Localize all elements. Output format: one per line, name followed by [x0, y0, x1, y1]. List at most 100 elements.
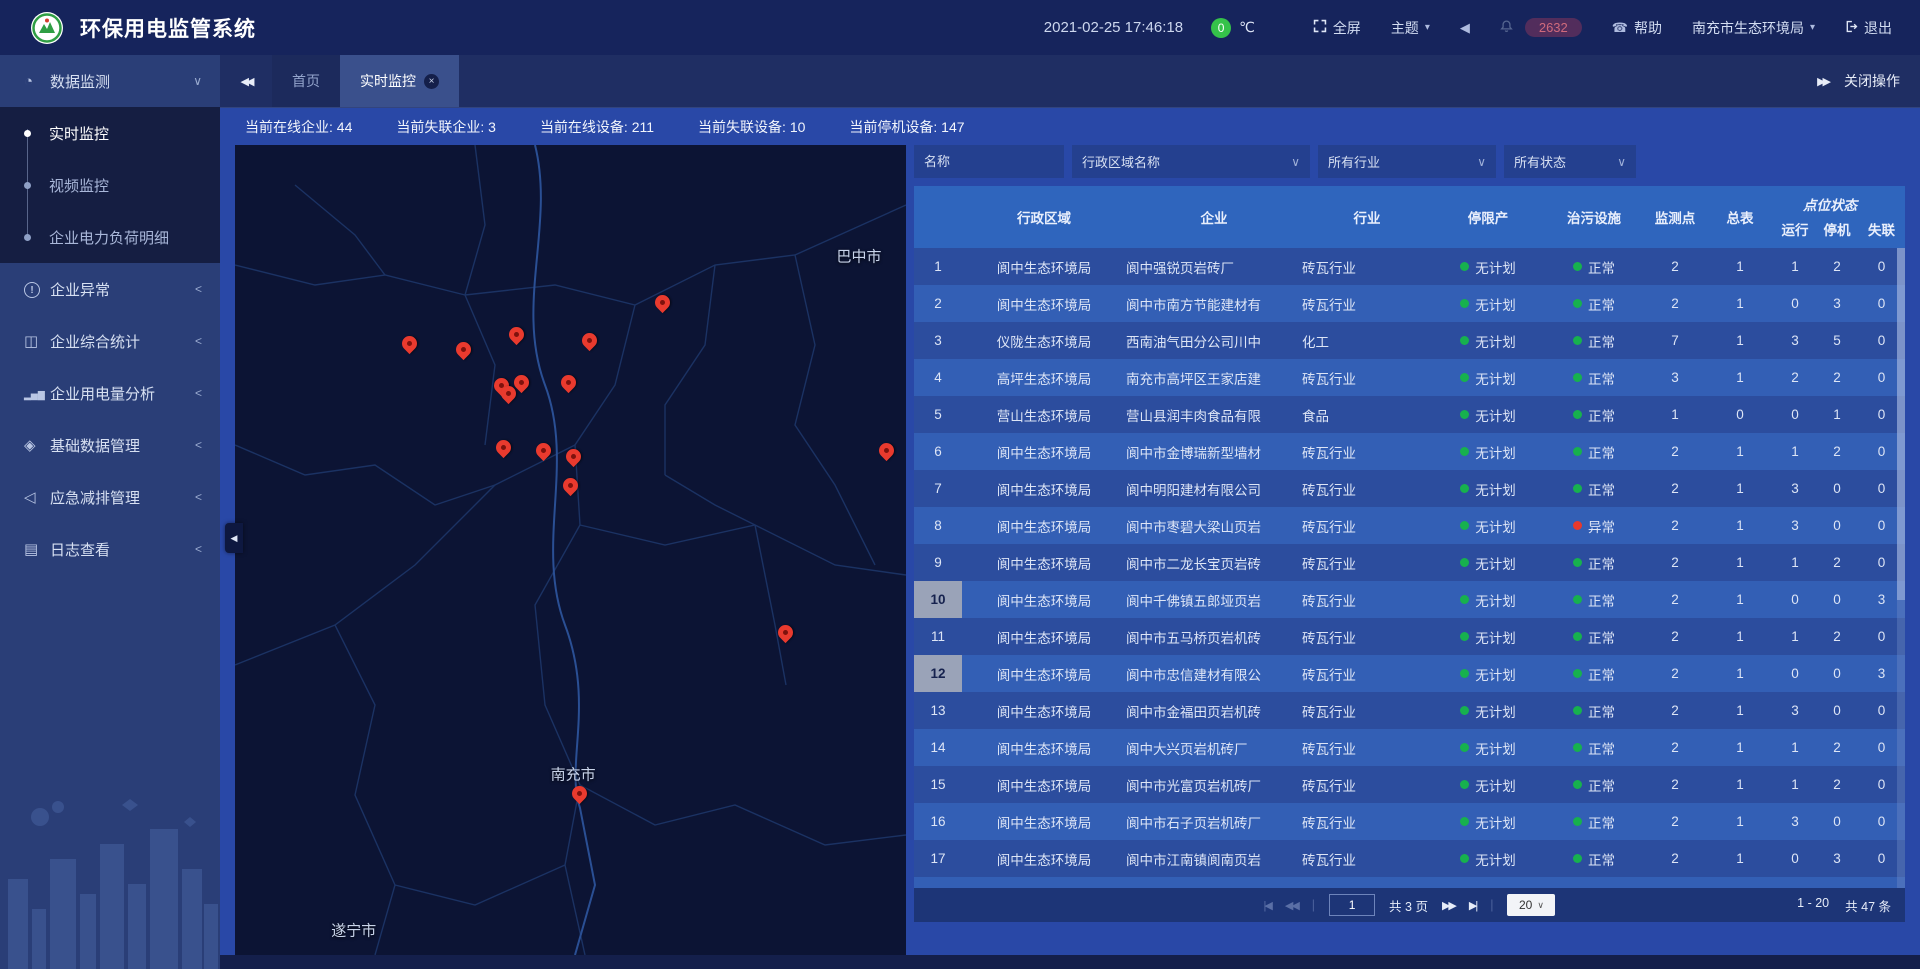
- chevron-down-icon: ▾: [1810, 22, 1815, 33]
- status-filter-select[interactable]: 所有状态 ∨: [1504, 145, 1636, 178]
- tab-realtime-monitoring[interactable]: 实时监控 ×: [340, 55, 459, 107]
- table-row[interactable]: 15阆中生态环境局阆中市光富页岩机砖厂砖瓦行业无计划正常21120: [914, 766, 1905, 803]
- notifications-button[interactable]: 2632: [1500, 18, 1582, 37]
- organization-dropdown[interactable]: 南充市生态环境局 ▾: [1692, 18, 1815, 38]
- last-page-button[interactable]: ▶|: [1469, 899, 1476, 912]
- cell-stop: 2: [1816, 555, 1858, 570]
- previous-page-button[interactable]: ◀◀: [1285, 899, 1298, 912]
- sidebar-item-日志查看[interactable]: ▤日志查看<: [0, 523, 220, 575]
- cell-run: 0: [1774, 666, 1816, 681]
- status-dot-green: [1573, 780, 1582, 789]
- cell-meter: 1: [1706, 851, 1774, 866]
- cell-industry: 砖瓦行业: [1302, 590, 1432, 610]
- table-row[interactable]: 12阆中生态环境局阆中市忠信建材有限公砖瓦行业无计划正常21003: [914, 655, 1905, 692]
- table-row[interactable]: 6阆中生态环境局阆中市金博瑞新型墙材砖瓦行业无计划正常21120: [914, 433, 1905, 470]
- theme-dropdown[interactable]: 主题 ▾: [1391, 18, 1430, 38]
- sidebar-subitem-label: 实时监控: [49, 123, 109, 144]
- cell-seq: 7: [914, 470, 962, 507]
- table-row[interactable]: 18南部生态环境局南部县碾垭页岩砖有限砖瓦行业无计划正常21030: [914, 877, 1905, 888]
- cell-points: 2: [1644, 703, 1706, 718]
- tabs-scroll-left-button[interactable]: ◀◀: [220, 55, 272, 107]
- cell-facility: 正常: [1544, 701, 1644, 721]
- map-panel[interactable]: 巴中市南充市遂宁市 ◀: [235, 145, 906, 955]
- column-header-run: 运行: [1774, 219, 1816, 248]
- map-pin[interactable]: [561, 375, 577, 397]
- cell-seq: 18: [914, 877, 962, 888]
- sidebar-item-基础数据管理[interactable]: ◈基础数据管理<: [0, 419, 220, 471]
- table-row[interactable]: 9阆中生态环境局阆中市二龙长宝页岩砖砖瓦行业无计划正常21120: [914, 544, 1905, 581]
- cell-plan: 无计划: [1432, 775, 1544, 795]
- fullscreen-button[interactable]: 全屏: [1313, 18, 1361, 38]
- cell-stop: 0: [1816, 518, 1858, 533]
- table-row[interactable]: 16阆中生态环境局阆中市石子页岩机砖厂砖瓦行业无计划正常21300: [914, 803, 1905, 840]
- column-group-point-status: 点位状态: [1755, 194, 1905, 214]
- next-page-button[interactable]: ▶▶: [1442, 899, 1455, 912]
- cell-stop: 2: [1816, 370, 1858, 385]
- map-collapse-button[interactable]: ◀: [225, 523, 243, 553]
- table-row[interactable]: 4高坪生态环境局南充市高坪区王家店建砖瓦行业无计划正常31220: [914, 359, 1905, 396]
- table-row[interactable]: 1阆中生态环境局阆中强锐页岩砖厂砖瓦行业无计划正常21120: [914, 248, 1905, 285]
- sidebar-item-企业用电量分析[interactable]: ▂▅▇企业用电量分析<: [0, 367, 220, 419]
- map-pin[interactable]: [496, 440, 512, 462]
- map-pin[interactable]: [582, 333, 598, 355]
- map-pin[interactable]: [563, 478, 579, 500]
- sidebar-item-企业异常[interactable]: !企业异常<: [0, 263, 220, 315]
- stats-bar: 当前在线企业: 44当前失联企业: 3当前在线设备: 211当前失联设备: 10…: [220, 108, 1920, 145]
- status-dot-green: [1460, 521, 1469, 530]
- tab-close-icon[interactable]: ×: [424, 74, 439, 89]
- map-pin[interactable]: [879, 443, 895, 465]
- close-operations-button[interactable]: 关闭操作: [1844, 71, 1900, 91]
- sidebar-subitem-实时监控[interactable]: 实时监控: [0, 107, 220, 159]
- sidebar-item-数据监测[interactable]: ◔数据监测∨: [0, 55, 220, 107]
- table-row[interactable]: 5营山生态环境局营山县润丰肉食品有限食品无计划正常10010: [914, 396, 1905, 433]
- cell-stop: 2: [1816, 444, 1858, 459]
- status-dot-green: [1573, 373, 1582, 382]
- table-row[interactable]: 3仪陇生态环境局西南油气田分公司川中化工无计划正常71350: [914, 322, 1905, 359]
- cell-points: 7: [1644, 333, 1706, 348]
- cell-stop: 3: [1816, 296, 1858, 311]
- map-pin[interactable]: [655, 295, 671, 317]
- page-number-input[interactable]: [1329, 894, 1375, 916]
- cell-points: 2: [1644, 518, 1706, 533]
- pin-icon: [533, 440, 554, 461]
- cell-seq: 8: [914, 507, 962, 544]
- total-pages-label: 共 3 页: [1389, 896, 1428, 915]
- name-filter-input-box[interactable]: [914, 145, 1064, 178]
- tabs-scroll-right-button[interactable]: ▶▶: [1817, 75, 1828, 88]
- map-pin[interactable]: [536, 443, 552, 465]
- table-row[interactable]: 2阆中生态环境局阆中市南方节能建材有砖瓦行业无计划正常21030: [914, 285, 1905, 322]
- sidebar-item-应急减排管理[interactable]: ◁应急减排管理<: [0, 471, 220, 523]
- cell-meter: 1: [1706, 296, 1774, 311]
- mute-button[interactable]: ◀: [1460, 20, 1470, 36]
- map-pin[interactable]: [456, 342, 472, 364]
- cell-stop: 3: [1816, 851, 1858, 866]
- tab-home[interactable]: 首页: [272, 55, 340, 107]
- logout-button[interactable]: 退出: [1845, 18, 1892, 38]
- table-row[interactable]: 8阆中生态环境局阆中市枣碧大梁山页岩砖瓦行业无计划异常21300: [914, 507, 1905, 544]
- table-row[interactable]: 11阆中生态环境局阆中市五马桥页岩机砖砖瓦行业无计划正常21120: [914, 618, 1905, 655]
- help-button[interactable]: ☎ 帮助: [1612, 18, 1662, 38]
- table-row[interactable]: 17阆中生态环境局阆中市江南镇阆南页岩砖瓦行业无计划正常21030: [914, 840, 1905, 877]
- table-scrollbar[interactable]: [1897, 248, 1905, 888]
- name-filter-input[interactable]: [924, 154, 1054, 169]
- sidebar-item-企业综合统计[interactable]: ◫企业综合统计<: [0, 315, 220, 367]
- map-pin[interactable]: [566, 449, 582, 471]
- map-pin[interactable]: [572, 786, 588, 808]
- sidebar-subitem-企业电力负荷明细[interactable]: 企业电力负荷明细: [0, 211, 220, 263]
- cell-points: 2: [1644, 555, 1706, 570]
- map-pin[interactable]: [778, 625, 794, 647]
- sidebar-subitem-视频监控[interactable]: 视频监控: [0, 159, 220, 211]
- industry-filter-select[interactable]: 所有行业 ∨: [1318, 145, 1496, 178]
- cell-plan: 无计划: [1432, 257, 1544, 277]
- map-pin[interactable]: [514, 375, 530, 397]
- table-row[interactable]: 10阆中生态环境局阆中千佛镇五郎垭页岩砖瓦行业无计划正常21003: [914, 581, 1905, 618]
- map-pin[interactable]: [509, 327, 525, 349]
- table-row[interactable]: 14阆中生态环境局阆中大兴页岩机砖厂砖瓦行业无计划正常21120: [914, 729, 1905, 766]
- chevron-left-icon: <: [195, 386, 202, 400]
- region-filter-select[interactable]: 行政区域名称 ∨: [1072, 145, 1310, 178]
- table-row[interactable]: 13阆中生态环境局阆中市金福田页岩机砖砖瓦行业无计划正常21300: [914, 692, 1905, 729]
- first-page-button[interactable]: |◀: [1264, 899, 1271, 912]
- table-row[interactable]: 7阆中生态环境局阆中明阳建材有限公司砖瓦行业无计划正常21300: [914, 470, 1905, 507]
- map-pin[interactable]: [402, 336, 418, 358]
- page-size-select[interactable]: 20 ∨: [1507, 894, 1555, 916]
